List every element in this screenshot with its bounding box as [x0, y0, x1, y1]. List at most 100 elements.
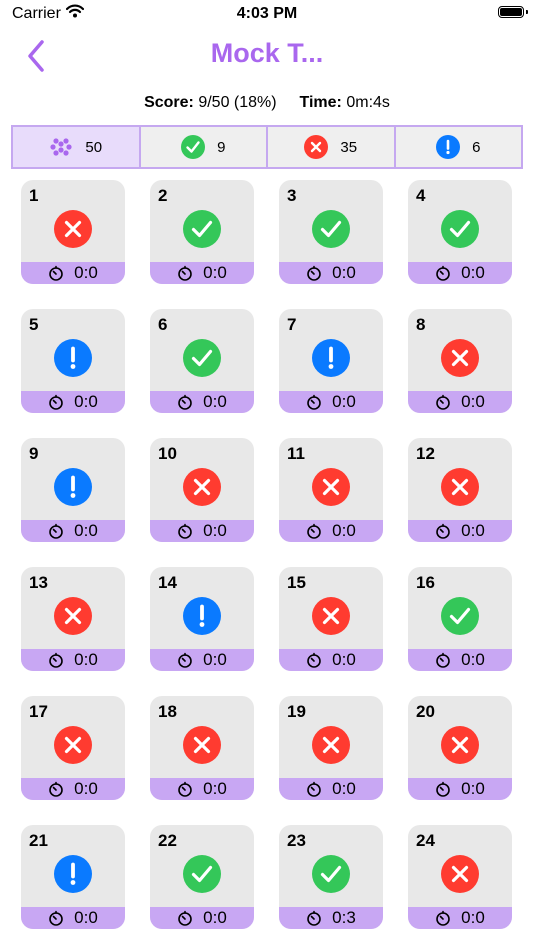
- question-grid: 1 0:0 2 0:0 3 0:0 4 0:0 5 0:0 6 0:0 7 0:0 8 0:0 9 0:0 10 0:…: [21, 180, 512, 929]
- question-time-bar: 0:0: [279, 649, 383, 671]
- timer-icon: [436, 910, 450, 926]
- question-time-bar: 0:0: [150, 649, 254, 671]
- timer-icon: [178, 652, 192, 668]
- question-card[interactable]: 4 0:0: [408, 180, 512, 284]
- question-time-bar: 0:0: [279, 520, 383, 542]
- correct-icon: [183, 210, 221, 248]
- timer-icon: [436, 781, 450, 797]
- question-time: 0:0: [461, 263, 485, 282]
- question-time: 0:0: [461, 392, 485, 411]
- filter-correct[interactable]: 9: [138, 127, 267, 167]
- correct-icon: [181, 135, 206, 159]
- wrong-icon: [183, 726, 221, 764]
- question-card[interactable]: 12 0:0: [408, 438, 512, 542]
- wrong-icon: [312, 468, 350, 506]
- timer-icon: [307, 910, 321, 926]
- question-time: 0:0: [332, 650, 356, 669]
- question-time-bar: 0:0: [279, 391, 383, 413]
- question-time-bar: 0:0: [408, 262, 512, 284]
- question-card[interactable]: 22 0:0: [150, 825, 254, 929]
- question-card[interactable]: 1 0:0: [21, 180, 125, 284]
- question-number: 5: [29, 315, 39, 334]
- question-number: 14: [158, 573, 177, 592]
- question-time: 0:0: [461, 521, 485, 540]
- timer-icon: [49, 652, 63, 668]
- question-card[interactable]: 5 0:0: [21, 309, 125, 413]
- question-time: 0:0: [74, 779, 98, 798]
- question-card[interactable]: 10 0:0: [150, 438, 254, 542]
- status-time: 4:03 PM: [236, 5, 298, 22]
- question-time: 0:0: [74, 263, 98, 282]
- correct-icon: [183, 339, 221, 377]
- timer-icon: [436, 394, 450, 410]
- question-card[interactable]: 18 0:0: [150, 696, 254, 800]
- navigation-bar: Mock T...: [0, 28, 534, 88]
- filter-correct-count: 9: [217, 138, 226, 156]
- timer-icon: [436, 265, 450, 281]
- question-card[interactable]: 19 0:0: [279, 696, 383, 800]
- question-number: 2: [158, 186, 168, 205]
- filter-all[interactable]: 50: [13, 127, 139, 167]
- question-time-bar: 0:0: [408, 649, 512, 671]
- question-time-bar: 0:3: [279, 907, 383, 929]
- question-time-bar: 0:0: [279, 262, 383, 284]
- question-time: 0:0: [461, 779, 485, 798]
- question-card[interactable]: 15 0:0: [279, 567, 383, 671]
- filter-bar: 50 9 35 6: [11, 125, 523, 169]
- question-card[interactable]: 21 0:0: [21, 825, 125, 929]
- question-time-bar: 0:0: [21, 391, 125, 413]
- question-time-bar: 0:0: [408, 907, 512, 929]
- timer-icon: [49, 910, 63, 926]
- question-card[interactable]: 8 0:0: [408, 309, 512, 413]
- question-time: 0:0: [332, 521, 356, 540]
- timer-icon: [178, 394, 192, 410]
- correct-icon: [312, 210, 350, 248]
- timer-icon: [307, 394, 321, 410]
- question-time: 0:0: [203, 521, 227, 540]
- wrong-icon: [183, 468, 221, 506]
- question-time: 0:0: [203, 263, 227, 282]
- question-time-bar: 0:0: [21, 520, 125, 542]
- timer-icon: [49, 265, 63, 281]
- question-time-bar: 0:0: [150, 907, 254, 929]
- question-time-bar: 0:0: [21, 778, 125, 800]
- question-card[interactable]: 7 0:0: [279, 309, 383, 413]
- filter-wrong[interactable]: 35: [266, 127, 394, 167]
- question-time: 0:0: [74, 521, 98, 540]
- skipped-icon: [54, 855, 92, 893]
- question-time: 0:3: [332, 908, 356, 927]
- filter-skipped[interactable]: 6: [393, 127, 522, 167]
- question-time-bar: 0:0: [150, 262, 254, 284]
- question-card[interactable]: 16 0:0: [408, 567, 512, 671]
- question-time-bar: 0:0: [21, 649, 125, 671]
- question-number: 3: [287, 186, 297, 205]
- question-number: 22: [158, 831, 177, 850]
- question-number: 19: [287, 702, 306, 721]
- question-card[interactable]: 13 0:0: [21, 567, 125, 671]
- wrong-icon: [54, 210, 92, 248]
- question-time: 0:0: [74, 392, 98, 411]
- question-card[interactable]: 6 0:0: [150, 309, 254, 413]
- question-time: 0:0: [74, 650, 98, 669]
- question-card[interactable]: 20 0:0: [408, 696, 512, 800]
- question-card[interactable]: 17 0:0: [21, 696, 125, 800]
- question-card[interactable]: 24 0:0: [408, 825, 512, 929]
- question-time-bar: 0:0: [150, 778, 254, 800]
- timer-icon: [49, 523, 63, 539]
- question-number: 1: [29, 186, 39, 205]
- question-card[interactable]: 11 0:0: [279, 438, 383, 542]
- question-time: 0:0: [203, 908, 227, 927]
- question-number: 18: [158, 702, 177, 721]
- score-value: 9/50 (18%): [198, 94, 277, 111]
- question-card[interactable]: 23 0:3: [279, 825, 383, 929]
- question-card[interactable]: 2 0:0: [150, 180, 254, 284]
- question-card[interactable]: 3 0:0: [279, 180, 383, 284]
- question-number: 7: [287, 315, 297, 334]
- score-summary: Score: 9/50 (18%) Time: 0m:4s: [0, 94, 534, 112]
- timer-icon: [178, 910, 192, 926]
- question-card[interactable]: 9 0:0: [21, 438, 125, 542]
- question-number: 4: [416, 186, 426, 205]
- timer-icon: [178, 265, 192, 281]
- time-label: Time:: [299, 94, 342, 111]
- question-card[interactable]: 14 0:0: [150, 567, 254, 671]
